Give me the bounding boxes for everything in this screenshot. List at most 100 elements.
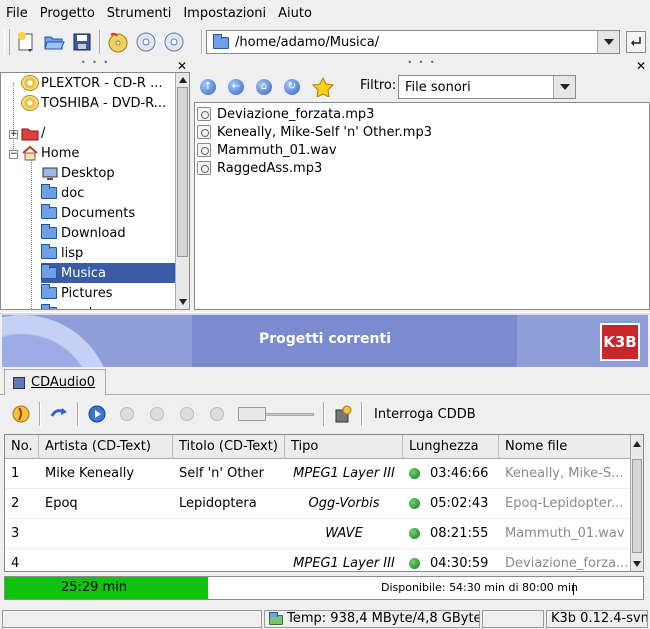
scroll-thumb[interactable] xyxy=(632,459,642,553)
cell-title xyxy=(173,519,285,549)
temp-label: Temp: 938,4 MByte/4,8 GByte xyxy=(287,611,480,626)
filter-combobox[interactable]: File sonori xyxy=(398,75,576,99)
sound-file-icon xyxy=(197,143,211,157)
file-item[interactable]: Keneally, Mike-Self 'n' Other.mp3 xyxy=(197,123,432,141)
burn-icon xyxy=(12,405,30,423)
tree-item-desktop[interactable]: Desktop xyxy=(41,163,115,183)
column-header-title[interactable]: Titolo (CD-Text) xyxy=(173,435,285,459)
cell-title: Lepidoptera xyxy=(179,496,257,511)
collapse-toggle[interactable]: − xyxy=(9,150,18,159)
table-scrollbar[interactable] xyxy=(630,435,643,571)
bookmark-star-icon[interactable] xyxy=(312,77,334,97)
cd-icon xyxy=(21,75,39,91)
cddb-label[interactable]: Interroga CDDB xyxy=(374,407,476,422)
tree-item-download[interactable]: Download xyxy=(41,223,126,243)
table-row[interactable]: 4 MPEG1 Layer III 04:30:59 Deviazione_fo… xyxy=(5,549,631,571)
ok-status-icon xyxy=(409,498,420,509)
tree-item-label: / xyxy=(41,125,46,141)
folder-icon xyxy=(269,611,283,625)
convert-button[interactable] xyxy=(44,399,74,429)
up-arrow-icon[interactable]: ↑ xyxy=(200,79,216,95)
disc-size-bar: 25:29 min Disponibile: 54:30 min di 80:0… xyxy=(4,576,644,600)
file-item[interactable]: RaggedAss.mp3 xyxy=(197,159,322,177)
erase-cd-button[interactable] xyxy=(160,28,188,56)
tree-item-lisp[interactable]: lisp xyxy=(41,243,83,263)
menu-progetto[interactable]: Progetto xyxy=(34,6,101,21)
tree-item-plextor[interactable]: PLEXTOR - CD-R ... xyxy=(21,73,162,93)
cell-type: Ogg-Vorbis xyxy=(308,496,380,511)
file-name: Keneally, Mike-Self 'n' Other.mp3 xyxy=(217,124,432,140)
stop-button[interactable] xyxy=(142,399,172,429)
sound-file-icon xyxy=(197,125,211,139)
size-available-label: Disponibile: 54:30 min di 80:00 min xyxy=(381,581,578,594)
scroll-up-icon xyxy=(179,77,187,83)
menu-strumenti[interactable]: Strumenti xyxy=(101,6,178,21)
project-tabbar: CDAudio0 xyxy=(0,367,650,395)
slider-handle[interactable] xyxy=(238,407,266,421)
tree-item-musica[interactable]: Musica xyxy=(41,263,175,283)
tree-item-toshiba[interactable]: TOSHIBA - DVD-R... xyxy=(21,93,166,113)
home-nav-icon[interactable]: ⌂ xyxy=(256,79,272,95)
copy-cd-button[interactable] xyxy=(132,28,160,56)
position-slider[interactable] xyxy=(238,404,314,424)
file-item[interactable]: Deviazione_forzata.mp3 xyxy=(197,105,374,123)
next-button[interactable] xyxy=(202,399,232,429)
close-pane-button[interactable]: ✕ xyxy=(636,60,646,72)
pane-grip[interactable]: • • • xyxy=(0,59,191,68)
filter-dropdown-button[interactable] xyxy=(553,76,575,98)
column-header-no[interactable]: No. xyxy=(5,435,39,459)
table-row[interactable]: 3 WAVE 08:21:55 Mammuth_01.wav xyxy=(5,519,631,549)
open-button[interactable] xyxy=(40,28,68,56)
column-header-filename[interactable]: Nome file xyxy=(499,435,631,459)
tree-item-label: Download xyxy=(61,225,126,241)
location-combobox[interactable]: /home/adamo/Musica/ xyxy=(206,30,620,54)
tree-item-doc[interactable]: doc xyxy=(41,183,84,203)
expand-toggle[interactable]: + xyxy=(9,130,18,139)
go-button[interactable] xyxy=(626,31,646,53)
column-header-length[interactable]: Lunghezza xyxy=(403,435,499,459)
toolbar-grip[interactable] xyxy=(4,29,10,55)
pause-button[interactable] xyxy=(112,399,142,429)
tree-item-label: Home xyxy=(41,145,80,161)
tree-scrollbar[interactable] xyxy=(175,73,189,309)
previous-button[interactable] xyxy=(172,399,202,429)
cddb-button[interactable] xyxy=(328,399,358,429)
tree-item-sgml[interactable]: sgml xyxy=(41,303,92,309)
scroll-thumb[interactable] xyxy=(177,87,188,257)
toolbar-separator xyxy=(39,402,41,426)
burn-project-button[interactable] xyxy=(6,399,36,429)
location-dropdown-button[interactable] xyxy=(597,31,619,53)
folder-icon xyxy=(41,184,57,199)
column-header-artist[interactable]: Artista (CD-Text) xyxy=(39,435,173,459)
folder-icon xyxy=(41,264,57,279)
play-button[interactable] xyxy=(82,399,112,429)
burn-button[interactable] xyxy=(104,28,132,56)
ok-status-icon xyxy=(409,558,420,569)
tree-connector xyxy=(31,159,32,309)
tree-item-root[interactable]: / xyxy=(21,123,45,143)
sound-file-icon xyxy=(197,161,211,175)
table-row[interactable]: 1 Mike Keneally Self 'n' Other MPEG1 Lay… xyxy=(5,459,631,489)
tab-cdaudio0[interactable]: CDAudio0 xyxy=(4,369,106,395)
tree-item-home[interactable]: Home xyxy=(21,143,79,163)
tree-item-pictures[interactable]: Pictures xyxy=(41,283,112,303)
cell-filename: Deviazione_forza... xyxy=(505,556,629,571)
new-project-button[interactable] xyxy=(12,28,40,56)
filter-label: Filtro: xyxy=(360,78,397,93)
folder-icon xyxy=(41,224,57,239)
menu-file[interactable]: File xyxy=(0,6,34,21)
scroll-down-icon xyxy=(633,561,641,567)
tree-item-documents[interactable]: Documents xyxy=(41,203,135,223)
menu-aiuto[interactable]: Aiuto xyxy=(272,6,318,21)
pane-grip[interactable]: • • • xyxy=(194,59,650,68)
project-toolbar: Interroga CDDB xyxy=(0,397,650,431)
save-button[interactable] xyxy=(68,28,96,56)
column-header-type[interactable]: Tipo xyxy=(285,435,403,459)
track-table: No. Artista (CD-Text) Titolo (CD-Text) T… xyxy=(4,434,644,572)
close-pane-button[interactable]: ✕ xyxy=(177,60,187,72)
file-item[interactable]: Mammuth_01.wav xyxy=(197,141,337,159)
menu-impostazioni[interactable]: Impostazioni xyxy=(177,6,272,21)
table-row[interactable]: 2 Epoq Lepidoptera Ogg-Vorbis 05:02:43 E… xyxy=(5,489,631,519)
reload-icon[interactable]: ↻ xyxy=(284,79,300,95)
back-arrow-icon[interactable]: ← xyxy=(228,79,244,95)
